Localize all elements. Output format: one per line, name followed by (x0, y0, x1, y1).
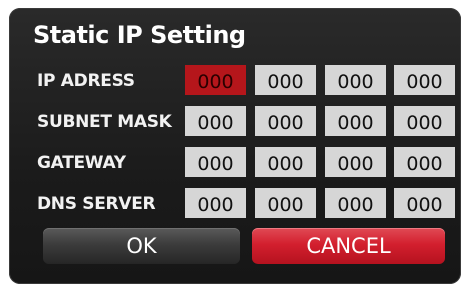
dns-server-octet-4[interactable]: 000 (394, 188, 455, 218)
subnet-mask-octet-4[interactable]: 000 (394, 106, 455, 136)
dns-server-octet-3[interactable]: 000 (325, 188, 386, 218)
ip-address-label: IP ADRESS (37, 71, 135, 91)
dialog-title: Static IP Setting (33, 21, 246, 49)
gateway-octet-2[interactable]: 000 (255, 147, 316, 177)
gateway-octet-3[interactable]: 000 (325, 147, 386, 177)
subnet-mask-label: SUBNET MASK (37, 112, 172, 132)
ip-address-octet-2[interactable]: 000 (255, 65, 316, 95)
subnet-mask-octet-1[interactable]: 000 (185, 106, 246, 136)
ip-address-octet-3[interactable]: 000 (325, 65, 386, 95)
gateway-octet-4[interactable]: 000 (394, 147, 455, 177)
dns-server-octet-2[interactable]: 000 (255, 188, 316, 218)
gateway-octet-1[interactable]: 000 (185, 147, 246, 177)
ip-address-octet-1[interactable]: 000 (185, 65, 246, 95)
cancel-button[interactable]: CANCEL (252, 228, 445, 264)
ip-address-octet-4[interactable]: 000 (394, 65, 455, 95)
dns-server-octet-1[interactable]: 000 (185, 188, 246, 218)
static-ip-dialog: Static IP Setting IP ADRESS 000 000 000 … (9, 8, 461, 284)
subnet-mask-octet-3[interactable]: 000 (325, 106, 386, 136)
dns-server-label: DNS SERVER (37, 194, 156, 214)
ok-button[interactable]: OK (43, 228, 240, 264)
gateway-label: GATEWAY (37, 153, 126, 173)
subnet-mask-octet-2[interactable]: 000 (255, 106, 316, 136)
